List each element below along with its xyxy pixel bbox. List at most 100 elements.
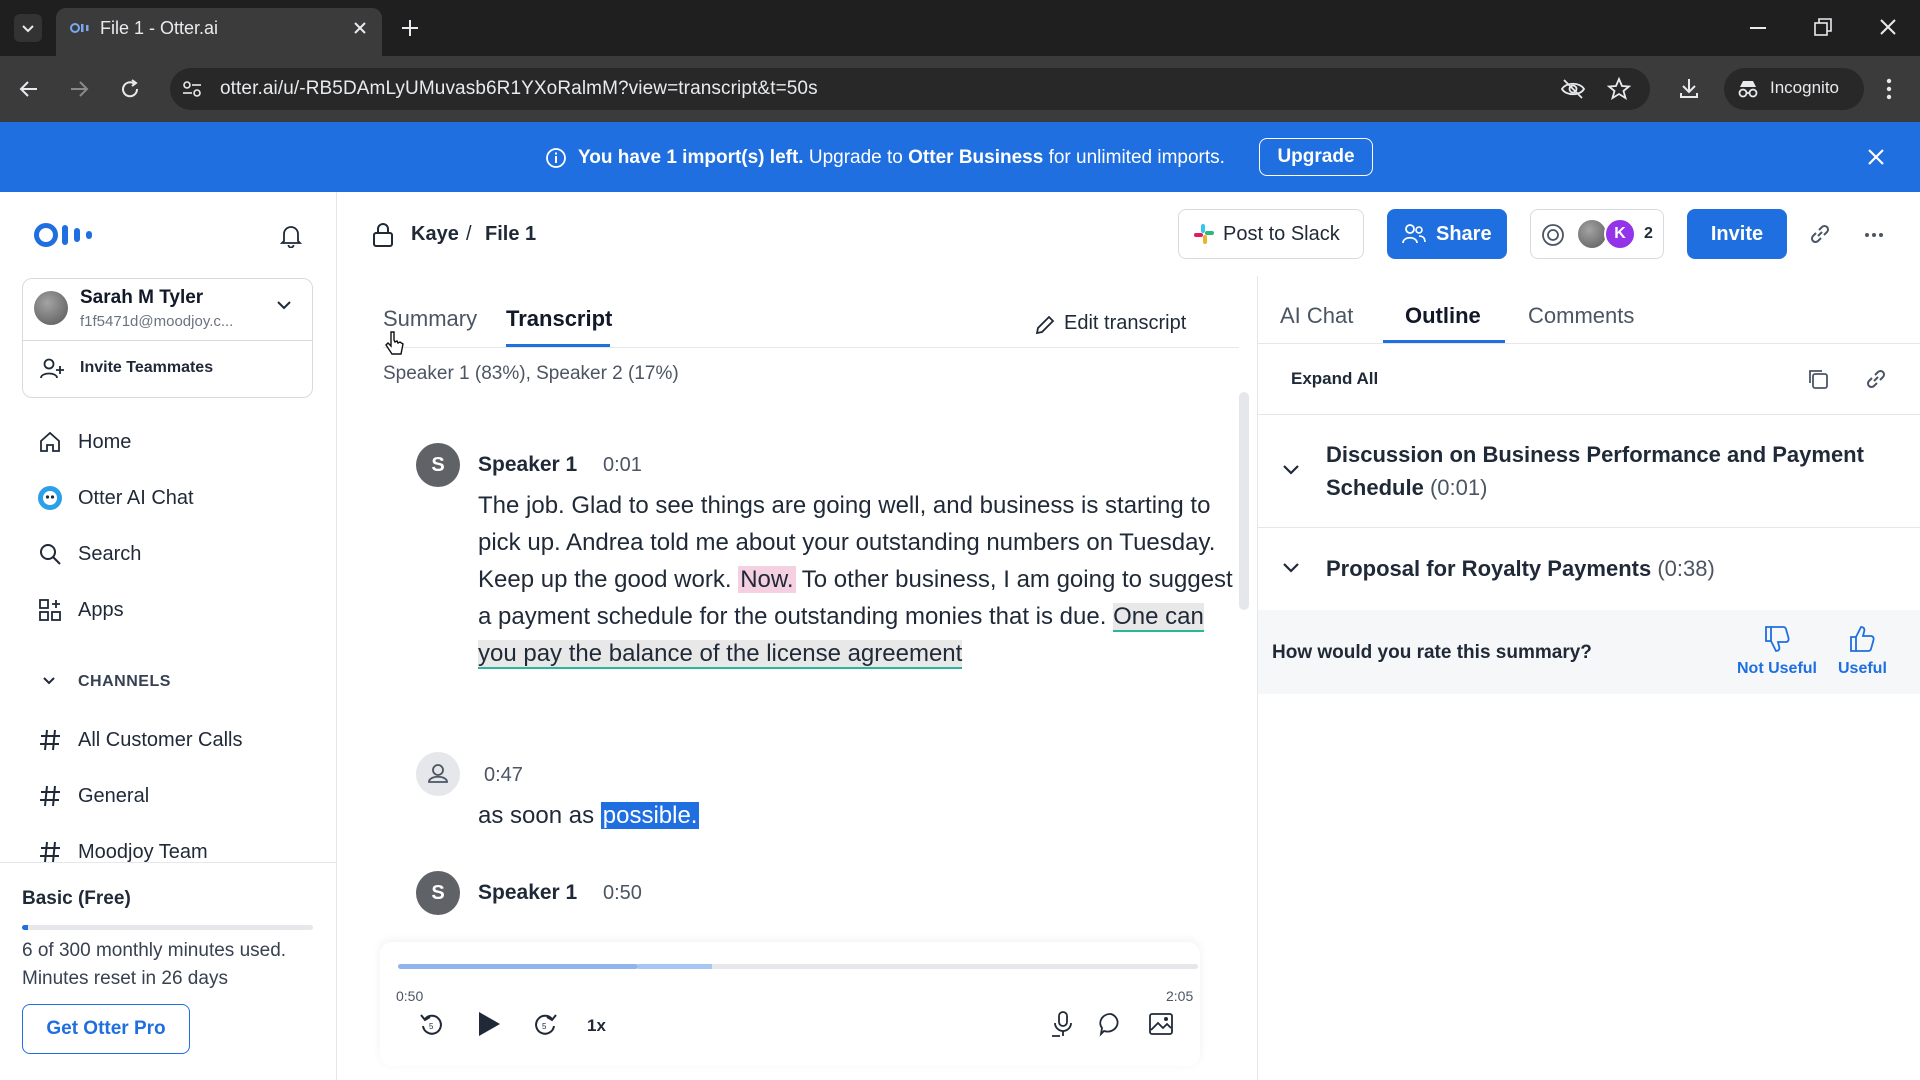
image-icon[interactable]: [1148, 1011, 1174, 1037]
speaker-avatar[interactable]: S: [416, 443, 460, 487]
incognito-icon: [1736, 79, 1760, 99]
useful-button[interactable]: Useful: [1838, 660, 1887, 678]
sidebar-item-apps[interactable]: [22, 588, 313, 632]
collaborator-count: 2: [1644, 225, 1653, 242]
back-icon[interactable]: [18, 78, 40, 100]
microphone-icon[interactable]: [1050, 1010, 1074, 1038]
user-menu-chevron-icon[interactable]: [276, 300, 292, 310]
speaker-name[interactable]: Speaker 1: [478, 453, 577, 477]
rewind-5-icon[interactable]: 5: [419, 1011, 445, 1037]
transcript-text: as soon as: [478, 802, 601, 829]
collaborator-avatar-k: K: [1604, 218, 1636, 250]
invite-teammates-link[interactable]: Invite Teammates: [80, 359, 213, 377]
channel-label: All Customer Calls: [78, 729, 243, 751]
usage-progress-fill: [22, 925, 28, 930]
breadcrumb-separator: /: [466, 223, 472, 245]
tab-transcript[interactable]: Transcript: [506, 306, 612, 332]
current-playback-word[interactable]: possible.: [600, 802, 700, 829]
more-options-icon[interactable]: [1864, 232, 1884, 238]
speaker-name[interactable]: Speaker 1: [478, 881, 577, 905]
outline-item-title: Discussion on Business Performance and P…: [1326, 438, 1886, 504]
thumbs-down-icon[interactable]: [1763, 624, 1791, 654]
play-icon[interactable]: [476, 1010, 502, 1038]
highlighted-word[interactable]: Now.: [738, 566, 796, 593]
bookmark-star-icon[interactable]: [1607, 77, 1631, 101]
lock-icon: [372, 222, 394, 248]
apps-icon: [38, 598, 62, 622]
window-close-icon[interactable]: [1879, 18, 1897, 36]
post-to-slack-label: Post to Slack: [1223, 223, 1340, 245]
outline-chevron-icon[interactable]: [1282, 464, 1300, 476]
incognito-label: Incognito: [1770, 78, 1839, 97]
speaker-avatar[interactable]: S: [416, 871, 460, 915]
url-text[interactable]: otter.ai/u/-RB5DAmLyUMuvasb6R1YXoRalmM?v…: [220, 78, 818, 100]
banner-message: You have 1 import(s) left. Upgrade to Ot…: [578, 147, 1225, 169]
right-tabs-divider: [1258, 343, 1920, 344]
forward-5-icon[interactable]: 5: [532, 1011, 558, 1037]
sidebar-item-label: Otter AI Chat: [78, 487, 194, 509]
comment-icon[interactable]: [1098, 1011, 1124, 1037]
user-card-divider: [22, 340, 313, 341]
forward-icon[interactable]: [68, 78, 90, 100]
hash-icon: [38, 840, 62, 864]
rating-question: How would you rate this summary?: [1272, 642, 1592, 663]
notifications-bell-icon[interactable]: [278, 222, 304, 248]
tab-outline[interactable]: Outline: [1405, 303, 1481, 329]
unknown-speaker-avatar[interactable]: [416, 752, 460, 796]
eye-off-icon[interactable]: [1560, 78, 1586, 100]
sidebar-item-search[interactable]: [22, 532, 313, 576]
speaker-stats: Speaker 1 (83%), Speaker 2 (17%): [383, 363, 679, 384]
site-settings-icon[interactable]: [182, 80, 202, 98]
outline-chevron-icon[interactable]: [1282, 562, 1300, 574]
entry-timestamp[interactable]: 0:50: [603, 882, 642, 905]
usage-text: 6 of 300 monthly minutes used.: [22, 940, 287, 961]
edit-transcript-button[interactable]: Edit transcript: [1064, 312, 1186, 335]
playback-progress-played: [398, 964, 638, 969]
transcript-paragraph[interactable]: The job. Glad to see things are going we…: [478, 487, 1248, 672]
entry-timestamp[interactable]: 0:01: [603, 454, 642, 477]
add-user-icon: [40, 358, 64, 380]
info-icon: [545, 147, 567, 169]
download-icon[interactable]: [1677, 76, 1701, 100]
tab-close-icon[interactable]: [352, 20, 368, 36]
channels-collapse-chevron-icon[interactable]: [42, 676, 56, 686]
link-icon[interactable]: [1864, 367, 1888, 391]
playback-speed-button[interactable]: 1x: [587, 1016, 606, 1036]
sidebar-item-home[interactable]: [22, 425, 313, 469]
banner-close-icon[interactable]: [1867, 148, 1885, 166]
browser-menu-icon[interactable]: [1886, 78, 1892, 100]
entry-timestamp[interactable]: 0:47: [484, 764, 523, 787]
tab-summary[interactable]: Summary: [383, 306, 477, 332]
tab-ai-chat[interactable]: AI Chat: [1280, 303, 1353, 329]
share-label: Share: [1436, 223, 1492, 245]
outline-title-text: Proposal for Royalty Payments: [1326, 556, 1652, 581]
settings-gear-icon[interactable]: [1540, 222, 1566, 248]
expand-all-button[interactable]: Expand All: [1291, 369, 1378, 389]
not-useful-button[interactable]: Not Useful: [1737, 660, 1817, 678]
invite-button[interactable]: Invite: [1687, 209, 1787, 259]
copy-icon[interactable]: [1806, 367, 1830, 391]
plan-name: Basic (Free): [22, 888, 131, 909]
banner-brand: Otter Business: [908, 147, 1044, 168]
copy-link-icon[interactable]: [1808, 222, 1832, 246]
outline-timestamp[interactable]: (0:01): [1430, 475, 1487, 500]
breadcrumb-file: File 1: [485, 223, 537, 245]
tab-list-chevron-icon[interactable]: [14, 14, 42, 42]
channel-label: General: [78, 785, 150, 807]
sidebar-item-label: Apps: [78, 599, 124, 621]
tab-title: File 1 - Otter.ai: [100, 18, 219, 38]
transcript-paragraph[interactable]: as soon as possible.: [478, 797, 1248, 834]
otter-logo[interactable]: [34, 222, 100, 248]
thumbs-up-icon[interactable]: [1848, 624, 1876, 654]
new-tab-icon[interactable]: [400, 18, 420, 38]
upgrade-button[interactable]: Upgrade: [1259, 138, 1373, 176]
channel-item-general[interactable]: [22, 774, 313, 818]
channels-heading: CHANNELS: [78, 673, 171, 690]
tab-comments[interactable]: Comments: [1528, 303, 1634, 329]
restore-icon[interactable]: [1814, 18, 1832, 36]
get-otter-pro-button[interactable]: Get Otter Pro: [22, 1004, 190, 1054]
minimize-icon[interactable]: [1750, 26, 1766, 30]
outline-timestamp[interactable]: (0:38): [1657, 556, 1714, 581]
breadcrumb-folder[interactable]: Kaye: [411, 223, 459, 246]
reload-icon[interactable]: [119, 78, 141, 100]
